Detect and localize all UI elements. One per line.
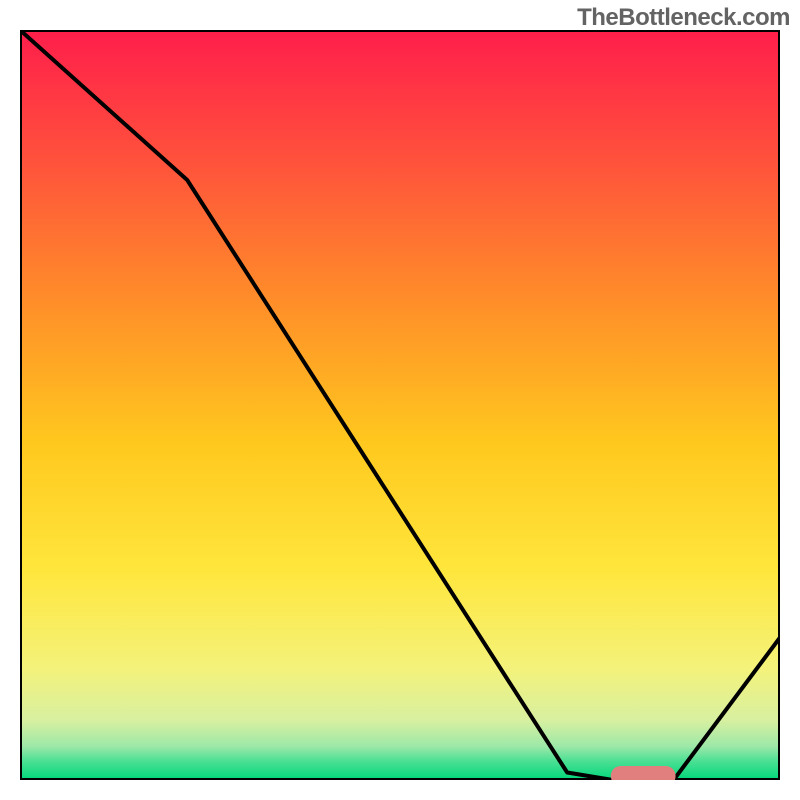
chart-container: TheBottleneck.com xyxy=(0,0,800,800)
watermark-text: TheBottleneck.com xyxy=(577,4,790,32)
gradient-background xyxy=(20,30,780,780)
chart-svg xyxy=(20,30,780,780)
optimal-range-marker xyxy=(611,766,676,780)
plot-area xyxy=(20,30,780,780)
